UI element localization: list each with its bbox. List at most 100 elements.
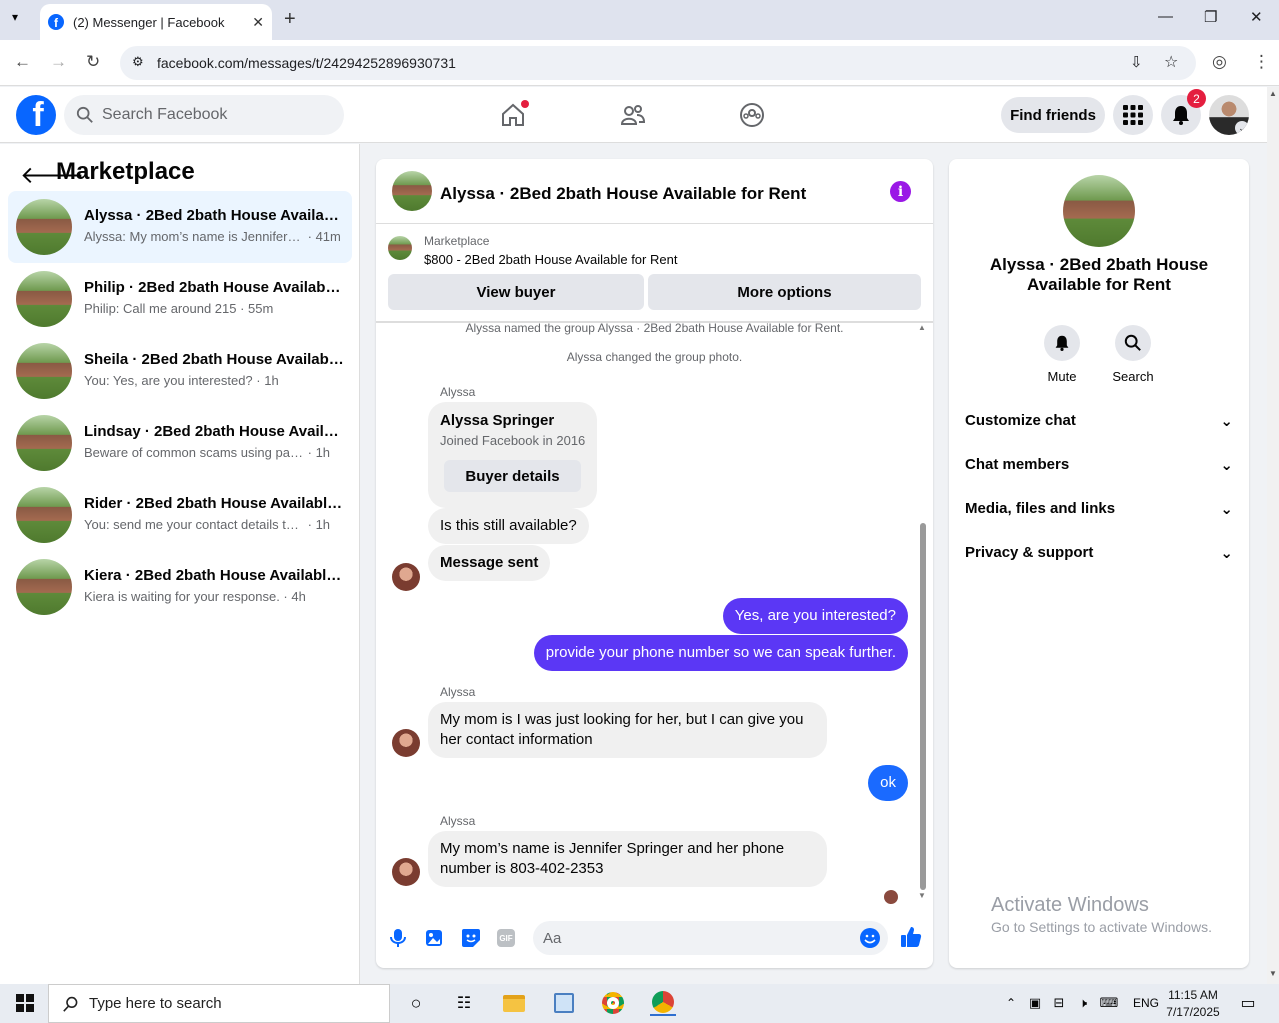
tab-list-chevron-icon[interactable]: ▾ [12,10,18,24]
browser-tab[interactable]: f (2) Messenger | Facebook ✕ [40,4,272,40]
scroll-down-icon[interactable]: ▼ [918,891,926,900]
microphone-icon[interactable] [389,928,407,953]
scroll-down-icon[interactable]: ▼ [1269,969,1277,978]
restore-icon[interactable]: ❐ [1204,8,1217,26]
facebook-search-input[interactable]: Search Facebook [64,95,344,135]
install-app-icon[interactable]: ⇩ [1130,53,1143,71]
back-icon[interactable]: ← [14,52,31,72]
profile-card: Alyssa Springer Joined Facebook in 2016 … [428,402,597,508]
tray-app-icon[interactable]: ▣ [1022,990,1048,1016]
forward-icon[interactable]: → [50,52,67,72]
conversation-item[interactable]: Lindsay · 2Bed 2bath House Available for… [8,407,352,479]
groups-icon[interactable] [734,97,770,133]
customize-chat-row[interactable]: Customize chat ⌄ [965,412,1233,430]
windows-start-icon[interactable] [12,990,38,1016]
account-avatar[interactable]: ⌄ [1209,95,1249,135]
conversation-preview: Beware of common scams using payment app… [84,445,331,460]
file-explorer-icon[interactable] [501,990,527,1016]
chat-avatar[interactable] [392,171,432,211]
chat-scrollbar[interactable]: ▲ ▼ [918,323,928,901]
marketplace-label: Marketplace [424,234,490,248]
search-button[interactable]: Search [1103,325,1163,384]
buyer-details-button[interactable]: Buyer details [444,460,581,492]
conversation-item[interactable]: Sheila · 2Bed 2bath House Available for … [8,335,352,407]
menu-dots-icon[interactable]: ⋮ [1253,52,1270,72]
house-thumbnail [16,199,72,255]
language-indicator[interactable]: ENG [1133,996,1159,1010]
keyboard-icon[interactable]: ⌨ [1096,990,1122,1016]
sticker-icon[interactable] [461,928,481,953]
chrome-profile-icon[interactable] [600,990,626,1016]
new-tab-button[interactable]: + [284,8,296,31]
minimize-icon[interactable]: — [1158,8,1173,25]
message-bubble: My mom is I was just looking for her, bu… [428,702,827,758]
reload-icon[interactable]: ↻ [86,52,100,72]
home-icon[interactable] [495,97,531,133]
system-clock[interactable]: 11:15 AM 7/17/2025 [1163,987,1223,1021]
chevron-down-icon: ⌄ [1220,501,1233,518]
scroll-up-icon[interactable]: ▲ [918,323,926,332]
view-buyer-button[interactable]: View buyer [388,274,644,310]
privacy-support-row[interactable]: Privacy & support ⌄ [965,544,1233,562]
house-thumbnail [16,559,72,615]
show-hidden-icons[interactable]: ⌃ [998,990,1024,1016]
tab-close-icon[interactable]: ✕ [252,14,264,31]
message-input[interactable]: Aa [533,921,888,955]
site-info-icon[interactable]: ⚙ [132,54,144,70]
mute-button[interactable]: Mute [1032,325,1092,384]
sender-avatar[interactable] [392,729,420,757]
listing-title[interactable]: $800 - 2Bed 2bath House Available for Re… [424,252,677,267]
friends-icon[interactable] [615,97,651,133]
network-icon[interactable]: ⊟ [1046,990,1072,1016]
facebook-logo[interactable]: f [16,95,56,135]
bookmark-star-icon[interactable]: ☆ [1164,52,1178,72]
conversation-preview: Alyssa: My mom’s name is Jennifer Spring… [84,229,341,244]
task-view-icon[interactable]: ○ [403,990,429,1016]
conversation-item[interactable]: Alyssa · 2Bed 2bath House Available for … [8,191,352,263]
clock-date: 7/17/2025 [1166,1005,1220,1019]
group-photo[interactable] [1063,175,1135,247]
conversation-item[interactable]: Kiera · 2Bed 2bath House Available for R… [8,551,352,623]
scroll-up-icon[interactable]: ▲ [1269,89,1277,98]
thumbs-up-icon[interactable] [900,926,922,953]
conversation-preview: Kiera is waiting for your response. · 4h [84,589,306,604]
sender-name: Alyssa [440,685,476,699]
sender-avatar[interactable] [392,858,420,886]
menu-grid-button[interactable] [1113,95,1153,135]
chat-title[interactable]: Alyssa · 2Bed 2bath House Available for … [440,184,806,204]
conversation-item[interactable]: Philip · 2Bed 2bath House Available for … [8,263,352,335]
profile-icon[interactable]: ◎ [1212,52,1227,72]
notification-center-icon[interactable]: ▭ [1235,990,1261,1016]
notepad-app-icon[interactable] [551,990,577,1016]
sender-name: Alyssa [440,814,476,828]
marketplace-title: Marketplace [56,158,195,185]
find-friends-button[interactable]: Find friends [1001,97,1105,133]
browser-tabbar: ▾ f (2) Messenger | Facebook ✕ + — ❐ ✕ [0,0,1279,40]
house-thumbnail [16,271,72,327]
message-bubble: My mom’s name is Jennifer Springer and h… [428,831,827,887]
scroll-thumb[interactable] [920,523,926,890]
chrome-active-icon[interactable] [650,990,676,1016]
close-window-icon[interactable]: ✕ [1250,8,1263,26]
gif-icon[interactable]: GIF [497,929,515,947]
taskbar-search-input[interactable]: Type here to search [48,984,390,1023]
listing-thumbnail[interactable] [388,236,412,260]
emoji-icon[interactable] [860,928,880,948]
address-bar[interactable]: ⚙ facebook.com/messages/t/24294252896930… [120,46,1196,80]
more-options-button[interactable]: More options [648,274,921,310]
volume-muted-icon[interactable]: 🕨 [1070,990,1096,1016]
home-notification-dot [521,100,529,108]
chat-members-row[interactable]: Chat members ⌄ [965,456,1233,474]
widgets-icon[interactable]: ☷ [451,990,477,1016]
notifications-button[interactable]: 2 [1161,89,1206,135]
info-icon[interactable]: i [890,181,911,202]
sender-avatar[interactable] [392,563,420,591]
photo-icon[interactable] [425,928,443,953]
conversation-item[interactable]: Rider · 2Bed 2bath House Available for R… [8,479,352,551]
conversation-preview: You: Yes, are you interested? · 1h [84,373,279,388]
media-files-links-row[interactable]: Media, files and links ⌄ [965,500,1233,518]
my-message-bubble: Yes, are you interested? [722,598,908,634]
watermark-subtitle: Go to Settings to activate Windows. [991,919,1212,935]
message-bubble: Message sent [428,545,551,581]
page-scrollbar[interactable]: ▲ ▼ [1267,87,1279,984]
